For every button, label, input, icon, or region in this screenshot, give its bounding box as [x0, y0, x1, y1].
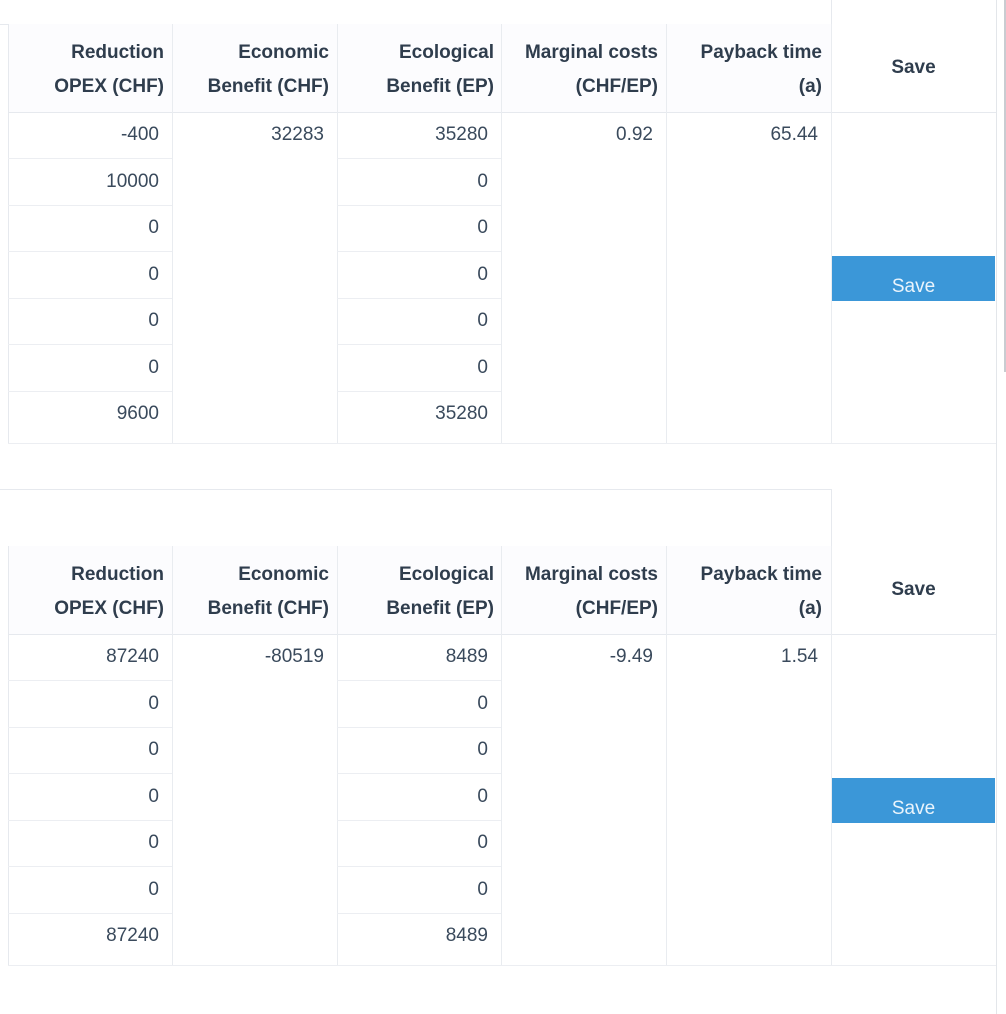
ecological-benefit-cell: 0: [477, 693, 488, 714]
header-payback-time: Payback time (a): [700, 564, 822, 619]
table-spacer: [0, 489, 832, 547]
reduction-opex-cell: 0: [148, 693, 159, 714]
results-table-2: Reduction OPEX (CHF) Economic Benefit (CHF…: [0, 546, 996, 966]
economic-benefit-value: -80519: [264, 646, 324, 667]
payback-time-value: 1.54: [781, 646, 818, 667]
save-button[interactable]: Save: [832, 256, 995, 301]
marginal-costs-value: -9.49: [609, 646, 653, 667]
reduction-opex-cell: 87240: [106, 646, 159, 667]
previous-table-bottom-right: [831, 0, 996, 25]
ecological-benefit-cell: 0: [477, 217, 488, 238]
header-marginal-costs: Marginal costs (CHF/EP): [524, 564, 658, 619]
ecological-benefit-cell: 0: [477, 310, 488, 331]
reduction-opex-cell: 0: [148, 357, 159, 378]
ecological-benefit-total: 35280: [435, 403, 488, 424]
save-button[interactable]: Save: [832, 778, 995, 823]
reduction-opex-total: 87240: [106, 925, 159, 946]
header-payback-time: Payback time (a): [700, 42, 822, 97]
previous-table-bottom: [0, 0, 832, 25]
reduction-opex-cell: 0: [148, 879, 159, 900]
reduction-opex-total: 9600: [116, 403, 159, 424]
reduction-opex-cell: 0: [148, 739, 159, 760]
ecological-benefit-cell: 0: [477, 171, 488, 192]
ecological-benefit-cell: 0: [477, 264, 488, 285]
header-economic-benefit: Economic Benefit (CHF): [207, 564, 329, 619]
ecological-benefit-cell: 0: [477, 357, 488, 378]
reduction-opex-cell: 0: [148, 310, 159, 331]
reduction-opex-cell: 0: [148, 832, 159, 853]
ecological-benefit-cell: 0: [477, 832, 488, 853]
header-save: Save: [831, 24, 996, 113]
reduction-opex-cell: 0: [148, 786, 159, 807]
marginal-costs-value: 0.92: [616, 124, 653, 145]
ecological-benefit-total: 8489: [445, 925, 488, 946]
header-economic-benefit: Economic Benefit (CHF): [207, 42, 329, 97]
economic-benefit-value: 32283: [271, 124, 324, 145]
payback-time-value: 65.44: [770, 124, 818, 145]
header-reduction-opex: Reduction OPEX (CHF): [54, 42, 164, 97]
reduction-opex-cell: 0: [148, 264, 159, 285]
reduction-opex-cell: -400: [120, 124, 159, 145]
header-marginal-costs: Marginal costs (CHF/EP): [524, 42, 658, 97]
ecological-benefit-cell: 0: [477, 739, 488, 760]
reduction-opex-cell: 10000: [106, 171, 159, 192]
ecological-benefit-cell: 0: [477, 879, 488, 900]
header-reduction-opex: Reduction OPEX (CHF): [54, 564, 164, 619]
header-save: Save: [831, 546, 996, 635]
header-ecological-benefit: Ecological Benefit (EP): [386, 564, 494, 619]
ecological-benefit-cell: 0: [477, 786, 488, 807]
ecological-benefit-cell: 35280: [435, 124, 488, 145]
ecological-benefit-cell: 8489: [445, 646, 488, 667]
results-table-1: Reduction OPEX (CHF) Economic Benefit (CHF…: [0, 24, 996, 444]
reduction-opex-cell: 0: [148, 217, 159, 238]
header-ecological-benefit: Ecological Benefit (EP): [386, 42, 494, 97]
